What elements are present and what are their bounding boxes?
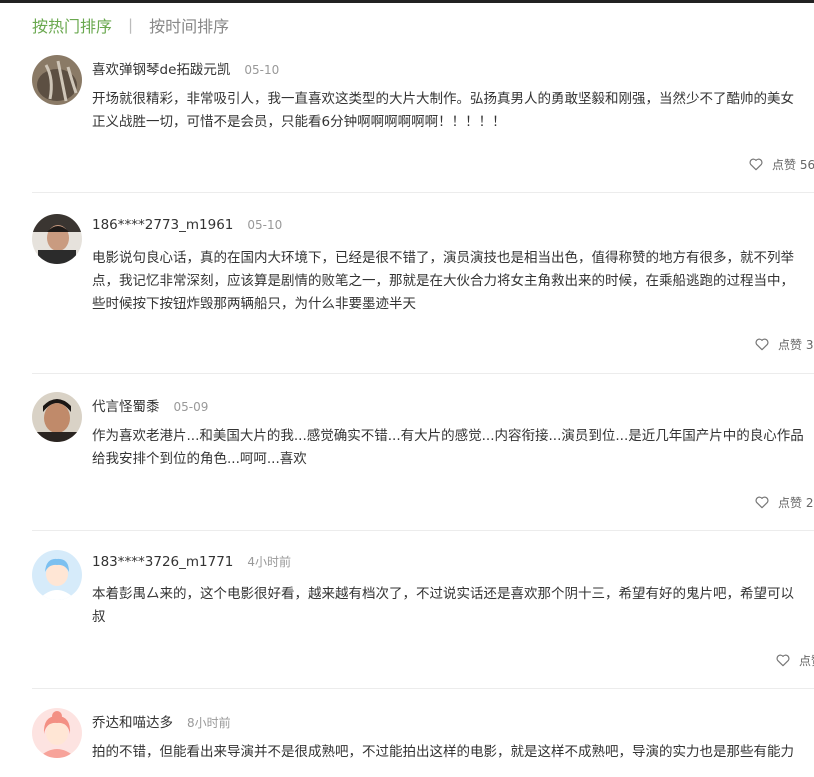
comment-date: 4小时前 [247, 555, 292, 569]
top-border [0, 0, 814, 3]
comment-username[interactable]: 186****2773_m1961 [92, 217, 233, 233]
heart-outline-icon [755, 496, 769, 509]
comment-text: 电影说句良心话，真的在国内大环境下，已经是很不错了，演员演技也是相当出色，值得称… [92, 247, 814, 316]
divider [32, 373, 814, 374]
avatar[interactable] [32, 708, 82, 758]
like-button[interactable]: 点赞 28 [754, 494, 814, 510]
like-button[interactable]: 点赞 [775, 652, 814, 668]
comment-text-line: 给我安排个到位的角色...呵呵...喜欢 [92, 451, 307, 467]
like-count: 点赞 32 [778, 337, 814, 352]
avatar[interactable] [32, 392, 82, 442]
comment-date: 05-10 [244, 63, 280, 77]
avatar[interactable] [32, 55, 82, 105]
heart-outline-icon [749, 158, 763, 171]
comment-text-line: 本着彭禺厶来的，这个电影很好看，越来越有档次了，不过说实话还是喜欢那个阴十三，希… [92, 586, 794, 602]
comment-text-line: 点，我记忆非常深刻，应该算是剧情的败笔之一，那就是在大伙合力将女主角救出来的时候… [92, 273, 794, 289]
avatar[interactable] [32, 550, 82, 600]
divider [32, 530, 814, 531]
comment-item: 喜欢弹钢琴de拓跋元凯 05-10 开场就很精彩，非常吸引人，我一直喜欢这类型的… [32, 55, 814, 195]
comment-text: 作为喜欢老港片...和美国大片的我...感觉确实不错...有大片的感觉...内容… [92, 425, 814, 471]
comment-text: 开场就很精彩，非常吸引人，我一直喜欢这类型的大片大制作。弘扬真男人的勇敢坚毅和刚… [92, 88, 814, 134]
like-count: 点赞 28 [778, 495, 814, 510]
comment-date: 05-09 [173, 400, 209, 414]
comment-text-line: 叔 [92, 609, 106, 625]
tab-sort-hot[interactable]: 按热门排序 [32, 13, 112, 37]
comment-item: 186****2773_m1961 05-10 电影说句良心话，真的在国内大环境… [32, 214, 814, 354]
sort-tabs: 按热门排序 | 按时间排序 [32, 14, 229, 36]
tab-separator: | [128, 16, 134, 34]
comment-text: 本着彭禺厶来的，这个电影很好看，越来越有档次了，不过说实话还是喜欢那个阴十三，希… [92, 583, 814, 629]
divider [32, 192, 814, 193]
divider [32, 688, 814, 689]
like-count: 点赞 [799, 653, 814, 668]
comment-username[interactable]: 乔达和喵达多 [92, 711, 173, 731]
comment-username[interactable]: 183****3726_m1771 [92, 554, 233, 570]
comment-text-line: 作为喜欢老港片...和美国大片的我...感觉确实不错...有大片的感觉...内容… [92, 428, 804, 444]
comment-item: 183****3726_m1771 4小时前 本着彭禺厶来的，这个电影很好看，越… [32, 550, 814, 690]
heart-outline-icon [755, 338, 769, 351]
comment-text-line: 拍的不错，但能看出来导演并不是很成熟吧，不过能拍出这样的电影，就是这样不成熟吧，… [92, 744, 794, 760]
tab-sort-time[interactable]: 按时间排序 [149, 13, 229, 37]
comment-text-line: 电影说句良心话，真的在国内大环境下，已经是很不错了，演员演技也是相当出色，值得称… [92, 250, 794, 266]
comment-item: 代言怪蜀黍 05-09 作为喜欢老港片...和美国大片的我...感觉确实不错..… [32, 392, 814, 532]
comment-text-line: 开场就很精彩，非常吸引人，我一直喜欢这类型的大片大制作。弘扬真男人的勇敢坚毅和刚… [92, 91, 794, 107]
like-count: 点赞 565 [772, 157, 814, 172]
comment-date: 8小时前 [187, 716, 231, 730]
comment-text: 拍的不错，但能看出来导演并不是很成熟吧，不过能拍出这样的电影，就是这样不成熟吧，… [92, 741, 814, 764]
comment-date: 05-10 [247, 218, 283, 232]
heart-outline-icon [776, 654, 790, 667]
comment-username[interactable]: 代言怪蜀黍 [92, 395, 160, 415]
comment-username[interactable]: 喜欢弹钢琴de拓跋元凯 [92, 58, 230, 78]
comment-text-line: 些时候按下按钮炸毁那两辆船只，为什么非要墨迹半天 [92, 296, 416, 312]
comment-text-line: 正义战胜一切，可惜不是会员，只能看6分钟啊啊啊啊啊啊！！！！！ [92, 114, 506, 130]
like-button[interactable]: 点赞 565 [748, 156, 814, 172]
comment-item: 乔达和喵达多 8小时前 拍的不错，但能看出来导演并不是很成熟吧，不过能拍出这样的… [32, 708, 814, 777]
avatar[interactable] [32, 214, 82, 264]
like-button[interactable]: 点赞 32 [754, 336, 814, 352]
